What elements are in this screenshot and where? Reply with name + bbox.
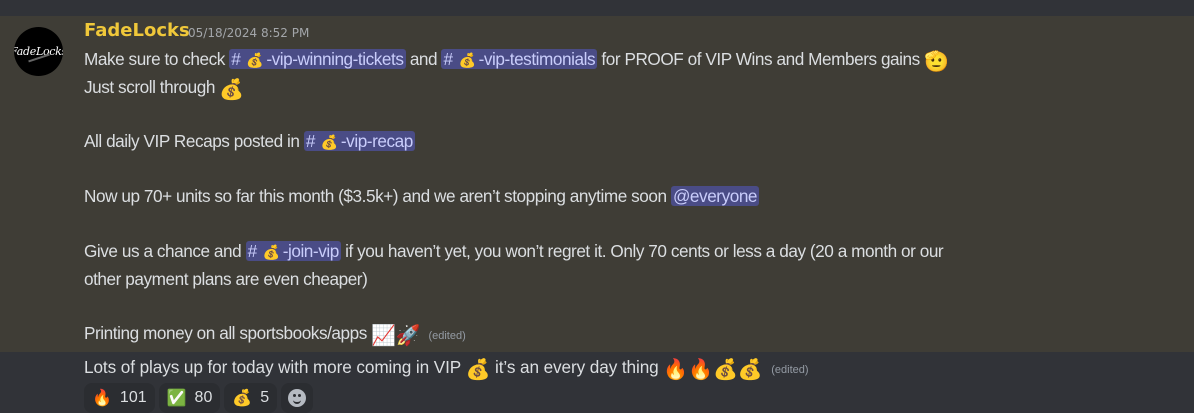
text-segment: All daily VIP Recaps posted in [84, 131, 300, 151]
author-name[interactable]: FadeLocks [84, 20, 190, 41]
edited-label: (edited) [771, 364, 809, 376]
text-segment: Just scroll through [84, 77, 215, 97]
check-mark-icon: ✅ [166, 390, 187, 407]
avatar[interactable]: FadeLocks [14, 27, 63, 76]
hash-icon: # [443, 49, 453, 69]
fire-icon[interactable]: 🔥 [688, 358, 713, 382]
top-divider [0, 0, 1194, 16]
text-segment: it’s an every day thing [495, 357, 659, 377]
fire-icon: 🔥 [92, 390, 112, 407]
reaction-check[interactable]: ✅ 80 [158, 383, 221, 413]
channel-name: -vip-winning-tickets [266, 49, 404, 69]
money-bag-icon: 💰 [232, 390, 253, 407]
message-line-units: Now up 70+ units so far this month ($3.5… [84, 184, 760, 208]
message-line-chance-2: other payment plans are even cheaper) [84, 267, 368, 291]
saluting-face-icon[interactable]: 🫡 [924, 50, 949, 74]
money-bag-icon[interactable]: 💰 [466, 358, 491, 382]
rocket-icon[interactable]: 🚀 [396, 324, 421, 348]
text-segment: Make sure to check [84, 49, 225, 69]
money-bag-icon: 💰 [320, 134, 338, 150]
reaction-count: 5 [260, 389, 270, 406]
add-reaction-button[interactable] [281, 383, 314, 413]
money-bag-icon[interactable]: 💰 [219, 78, 244, 102]
money-bag-icon[interactable]: 💰 [713, 358, 738, 382]
reaction-count: 80 [194, 389, 213, 406]
text-segment: and [409, 49, 438, 69]
text-segment: if you haven’t yet, you won’t regret it.… [345, 241, 944, 261]
hash-icon: # [231, 49, 241, 69]
text-segment: Give us a chance and [84, 241, 242, 261]
message-timestamp[interactable]: 05/18/2024 8:52 PM [188, 26, 309, 40]
message-line-plays: Lots of plays up for today with more com… [84, 355, 809, 382]
hash-icon: # [247, 241, 258, 261]
edited-label: (edited) [428, 330, 466, 342]
reaction-count: 101 [119, 389, 147, 406]
channel-name: -vip-recap [340, 131, 413, 151]
channel-name: -vip-testimonials [478, 49, 596, 69]
text-segment: Now up 70+ units so far this month ($3.5… [84, 186, 667, 206]
money-bag-icon: 💰 [246, 52, 264, 68]
hash-icon: # [305, 131, 316, 151]
money-bag-icon: 💰 [262, 244, 280, 260]
add-reaction-icon [288, 389, 307, 407]
channel-name: -join-vip [282, 241, 340, 261]
text-segment: other payment plans are even cheaper) [84, 269, 368, 289]
text-segment: for PROOF of VIP Wins and Members gains [601, 49, 920, 69]
everyone-mention[interactable]: @everyone [670, 186, 760, 206]
channel-mention-join-vip[interactable]: # 💰 -join-vip [245, 241, 341, 261]
money-bag-icon[interactable]: 💰 [738, 358, 763, 382]
text-segment: Printing money on all sportsbooks/apps [84, 323, 367, 343]
message-line-recap: All daily VIP Recaps posted in # 💰 -vip-re… [84, 129, 415, 154]
chart-increasing-icon[interactable]: 📈 [371, 324, 396, 348]
fire-icon[interactable]: 🔥 [663, 358, 688, 382]
message-line-chance: Give us a chance and # 💰 -join-vip if you … [84, 239, 944, 264]
reactions-bar: 🔥 101 ✅ 80 💰 5 [84, 383, 314, 413]
message-line-2: Just scroll through 💰 [84, 75, 244, 102]
money-bag-icon: 💰 [458, 52, 476, 68]
message-line-1: Make sure to check # 💰 -vip-winning-ticket… [84, 47, 949, 74]
reaction-money-bag[interactable]: 💰 5 [224, 383, 278, 413]
channel-mention-winning-tickets[interactable]: # 💰 -vip-winning-tickets [229, 49, 406, 69]
channel-mention-recap[interactable]: # 💰 -vip-recap [303, 131, 415, 151]
message-line-printing: Printing money on all sportsbooks/apps 📈… [84, 321, 466, 348]
reaction-fire[interactable]: 🔥 101 [84, 383, 155, 413]
text-segment: Lots of plays up for today with more com… [84, 357, 461, 377]
channel-mention-testimonials[interactable]: # 💰 -vip-testimonials [441, 49, 598, 69]
